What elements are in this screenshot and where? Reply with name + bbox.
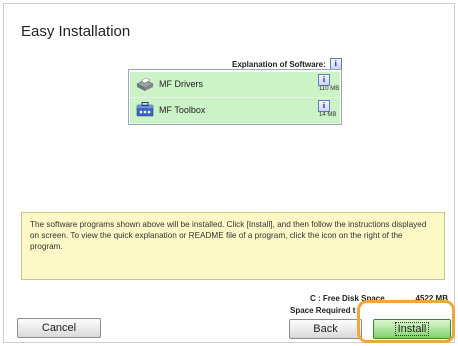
software-name: MF Drivers xyxy=(159,79,203,89)
printer-icon xyxy=(135,75,155,93)
explanation-label: Explanation of Software: xyxy=(232,59,326,69)
install-highlight xyxy=(357,300,455,343)
list-item-mf-toolbox[interactable]: MF Toolbox i 14 MB xyxy=(130,98,340,124)
list-item-mf-drivers[interactable]: MF Drivers i 110 MB xyxy=(130,72,340,98)
page-title: Easy Installation xyxy=(21,23,131,40)
back-button[interactable]: Back xyxy=(289,319,362,339)
software-name: MF Toolbox xyxy=(159,105,206,115)
info-icon[interactable]: i xyxy=(318,74,330,86)
toolbox-icon xyxy=(135,101,155,119)
space-required-label: Space Required t xyxy=(290,306,356,315)
software-list: MF Drivers i 110 MB MF Toolbox i 14 MB xyxy=(128,69,342,125)
software-size: 110 MB xyxy=(319,86,340,92)
software-size: 14 MB xyxy=(319,112,337,118)
installer-window: Easy Installation Explanation of Softwar… xyxy=(3,3,455,343)
cancel-button[interactable]: Cancel xyxy=(17,318,101,338)
instructions-note: The software programs shown above will b… xyxy=(21,212,445,280)
info-icon[interactable]: i xyxy=(318,100,330,112)
